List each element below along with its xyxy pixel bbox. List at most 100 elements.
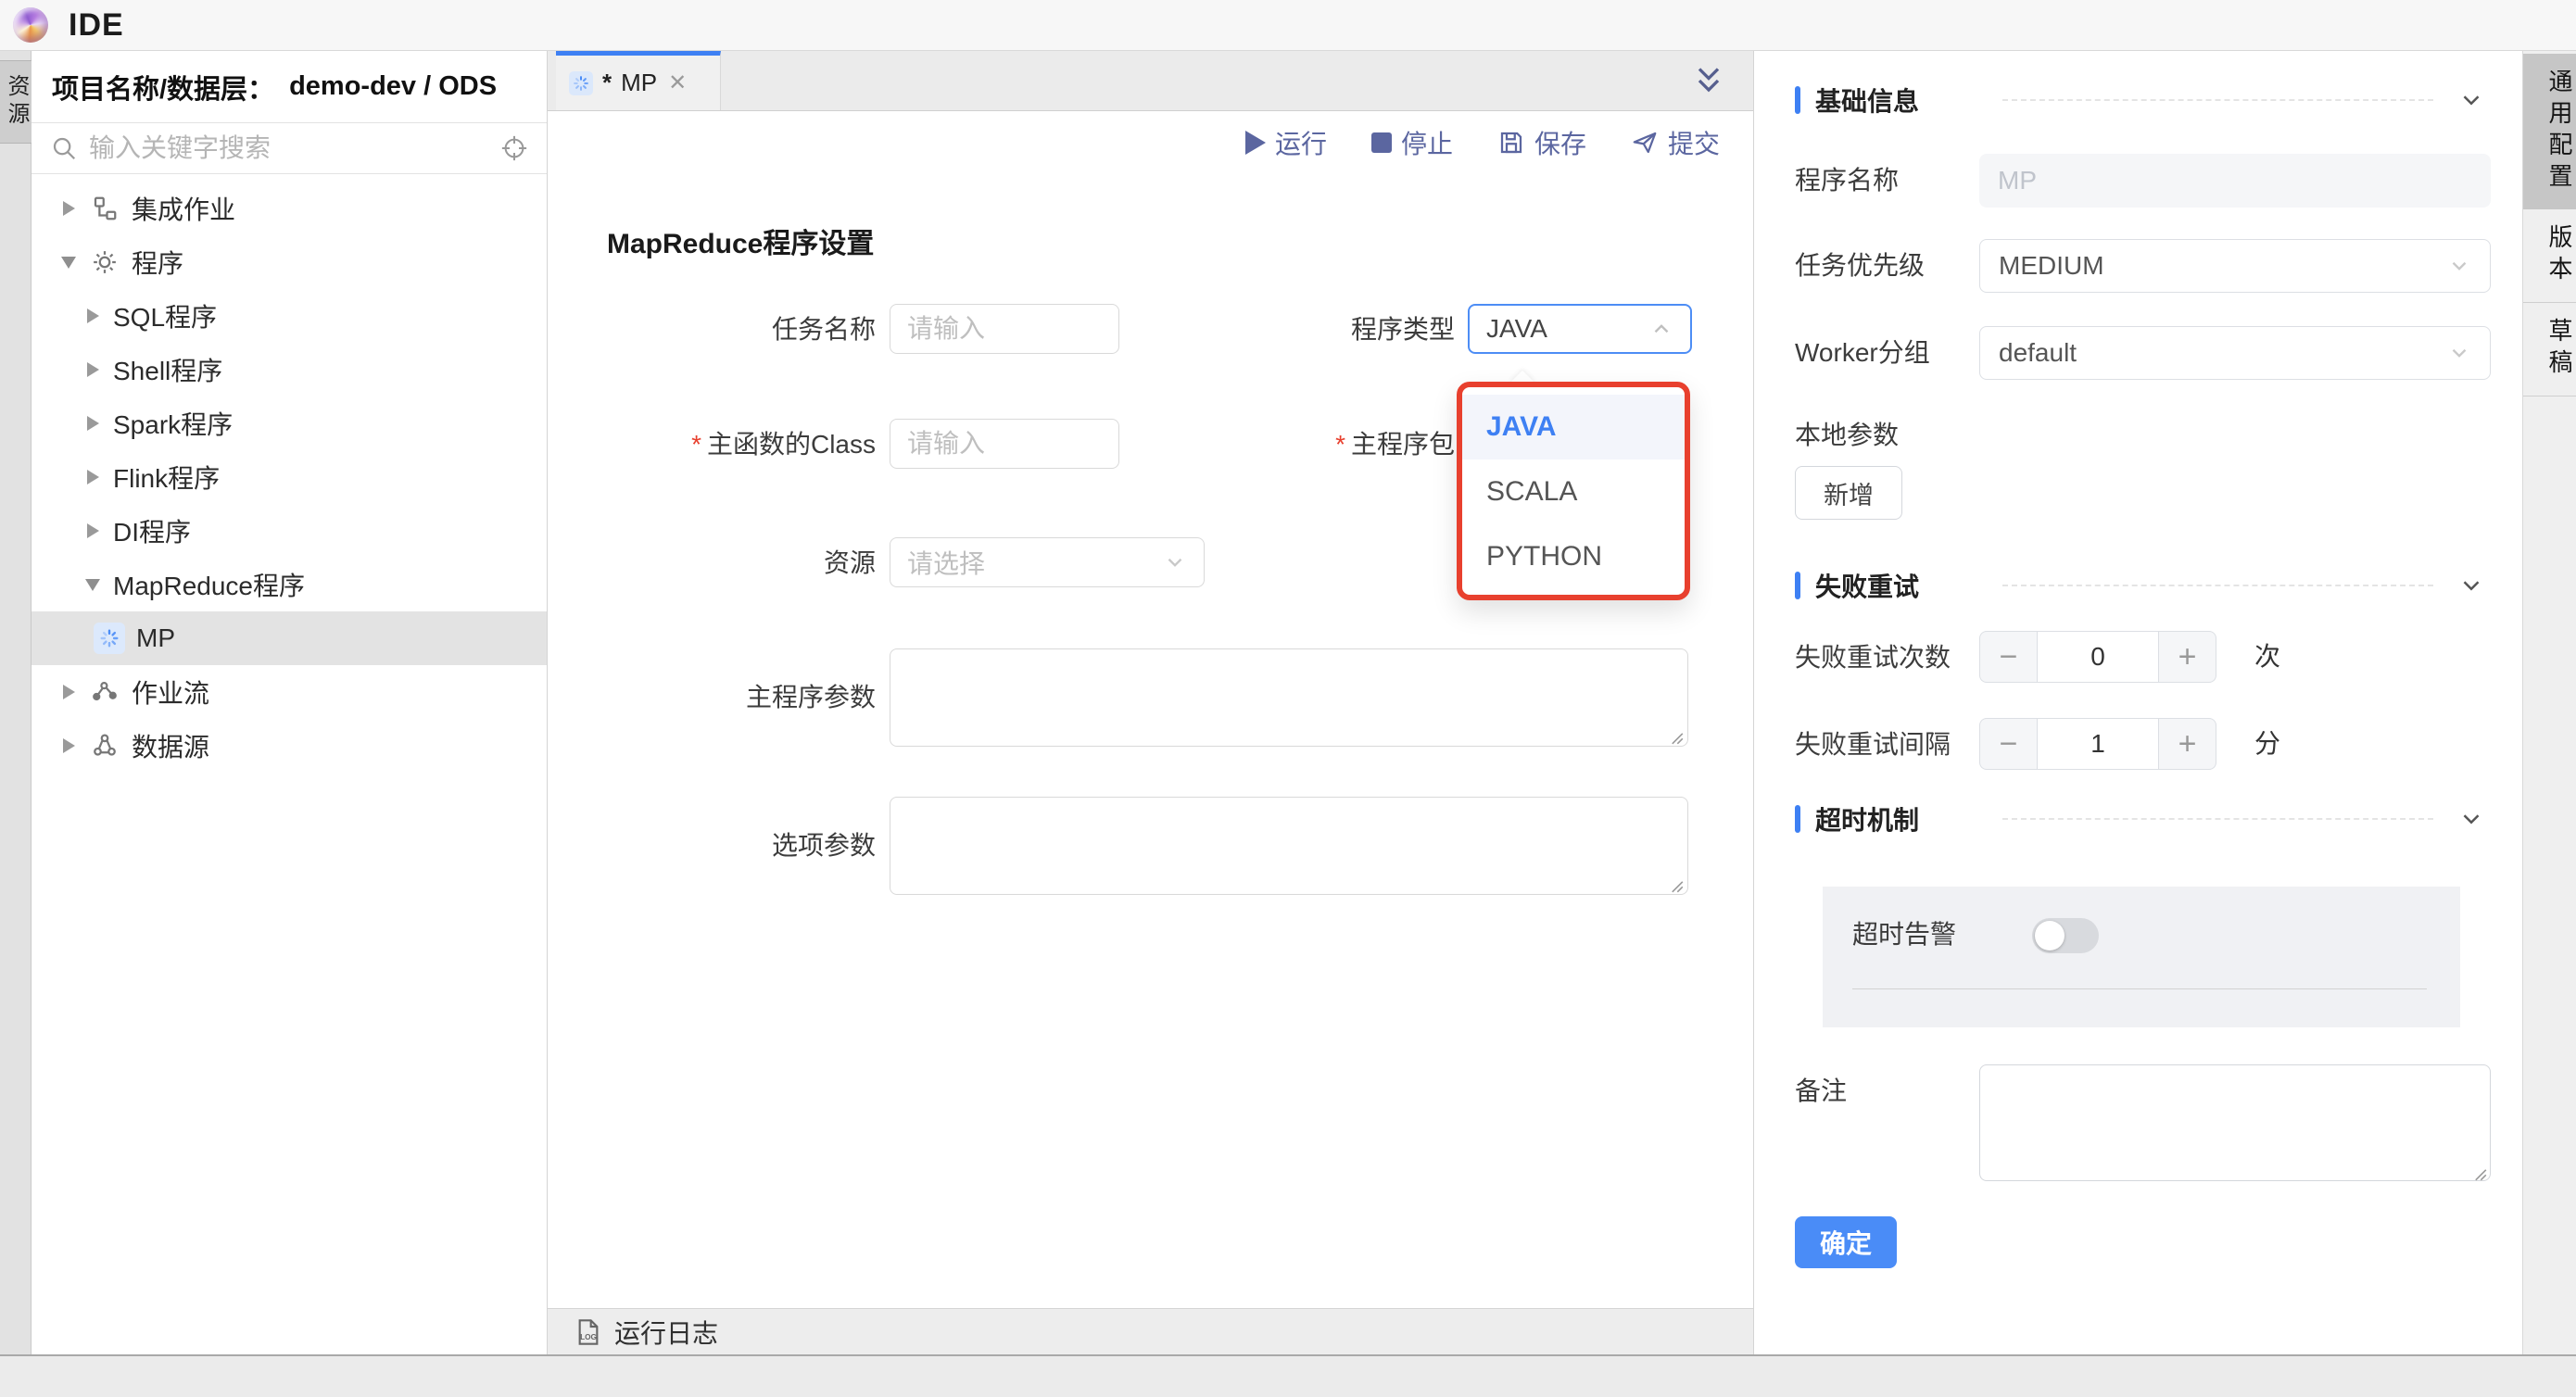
tree-item-mapreduce-programs[interactable]: MapReduce程序 — [32, 558, 547, 611]
retry-count-input[interactable] — [2037, 631, 2159, 683]
expand-arrow-icon[interactable] — [59, 201, 78, 216]
section-timeout: 超时机制 — [1795, 799, 2485, 838]
expand-arrow-icon[interactable] — [59, 685, 78, 699]
dropdown-option-scala[interactable]: SCALA — [1462, 459, 1685, 524]
chevron-down-icon[interactable] — [2457, 572, 2485, 599]
tree-item-spark-programs[interactable]: Spark程序 — [32, 396, 547, 450]
locate-icon[interactable] — [500, 134, 528, 162]
expand-arrow-icon[interactable] — [59, 738, 78, 753]
tab-close-icon[interactable]: ✕ — [668, 69, 687, 96]
datasource-icon — [89, 732, 120, 760]
tree-item-integration-jobs[interactable]: 集成作业 — [32, 182, 547, 235]
tree-item-label: SQL程序 — [113, 297, 217, 334]
gear-icon — [89, 248, 120, 276]
plus-icon[interactable]: + — [2159, 631, 2216, 683]
submit-button[interactable]: 提交 — [1631, 124, 1720, 161]
project-header: 项目名称/数据层： demo-dev / ODS — [32, 51, 547, 123]
save-label: 保存 — [1534, 124, 1586, 161]
tree-item-label: MP — [136, 623, 175, 653]
mapreduce-spinner-icon — [569, 71, 593, 95]
expand-arrow-icon[interactable] — [83, 470, 102, 485]
stop-button[interactable]: 停止 — [1371, 124, 1453, 161]
section-accent-bar — [1795, 86, 1800, 114]
section-title: 超时机制 — [1815, 800, 1919, 837]
tree-item-label: 作业流 — [132, 673, 209, 711]
tree-item-datasources[interactable]: 数据源 — [32, 719, 547, 773]
section-title: 基础信息 — [1815, 82, 1919, 119]
activity-tab-resources[interactable]: 资源 — [0, 60, 32, 144]
window-bottom-band — [0, 1354, 2576, 1397]
add-param-button[interactable]: 新增 — [1795, 466, 1902, 520]
chevron-down-icon[interactable] — [2457, 86, 2485, 114]
tree-item-flink-programs[interactable]: Flink程序 — [32, 450, 547, 504]
dropdown-option-python[interactable]: PYTHON — [1462, 524, 1685, 589]
run-button[interactable]: 运行 — [1245, 124, 1327, 161]
vtab-version[interactable]: 版本 — [2523, 209, 2576, 303]
double-chevron-down-icon[interactable] — [1690, 51, 1727, 110]
expand-arrow-icon[interactable] — [83, 362, 102, 377]
chevron-down-icon[interactable] — [2457, 805, 2485, 833]
resource-placeholder: 请选择 — [907, 544, 1163, 581]
confirm-button[interactable]: 确定 — [1795, 1216, 1897, 1268]
priority-label: 任务优先级 — [1795, 239, 1925, 293]
program-type-value: JAVA — [1486, 314, 1649, 344]
worker-group-value: default — [1999, 338, 2447, 368]
remark-field — [1979, 1064, 2491, 1181]
timeout-alarm-toggle[interactable] — [2032, 918, 2099, 953]
program-type-label: 程序类型 — [1280, 304, 1455, 356]
option-args-textarea[interactable] — [890, 797, 1688, 895]
tree-item-label: MapReduce程序 — [113, 566, 305, 603]
expand-arrow-icon[interactable] — [83, 523, 102, 538]
app-logo-icon — [13, 7, 48, 43]
minus-icon[interactable]: − — [1979, 631, 2037, 683]
expand-arrow-icon[interactable] — [83, 308, 102, 323]
retry-interval-input[interactable] — [2037, 718, 2159, 770]
tree-item-di-programs[interactable]: DI程序 — [32, 504, 547, 558]
priority-select[interactable]: MEDIUM — [1979, 239, 2491, 293]
remark-textarea[interactable] — [1979, 1064, 2491, 1181]
tree-item-sql-programs[interactable]: SQL程序 — [32, 289, 547, 343]
top-bar: IDE — [0, 0, 2576, 51]
integration-job-icon — [89, 195, 120, 222]
dropdown-option-java[interactable]: JAVA — [1462, 395, 1685, 459]
collapse-arrow-icon[interactable] — [83, 579, 102, 591]
tree-item-programs[interactable]: 程序 — [32, 235, 547, 289]
tab-mp[interactable]: * MP ✕ — [556, 51, 721, 110]
run-log-bar[interactable]: LOG 运行日志 — [548, 1308, 1753, 1354]
config-panel: 基础信息 程序名称 任务优先级 MEDIUM Worker分组 default … — [1754, 51, 2522, 1354]
stop-icon — [1371, 132, 1392, 153]
worker-group-select[interactable]: default — [1979, 326, 2491, 380]
program-name-label: 程序名称 — [1795, 154, 1899, 208]
tree-item-label: 数据源 — [132, 727, 209, 764]
search-input[interactable] — [89, 133, 489, 163]
collapse-arrow-icon[interactable] — [59, 257, 78, 269]
program-type-select[interactable]: JAVA — [1468, 304, 1692, 354]
vtab-general-config[interactable]: 通用配置 — [2523, 54, 2576, 209]
minus-icon[interactable]: − — [1979, 718, 2037, 770]
task-name-input[interactable] — [890, 304, 1119, 354]
project-header-value: demo-dev / ODS — [289, 71, 497, 102]
expand-arrow-icon[interactable] — [83, 416, 102, 431]
editor-toolbar: 运行 停止 保存 提交 — [548, 111, 1753, 174]
tree-item-shell-programs[interactable]: Shell程序 — [32, 343, 547, 396]
tree-item-workflows[interactable]: 作业流 — [32, 665, 547, 719]
retry-interval-stepper: − + — [1979, 718, 2216, 770]
chevron-down-icon — [2447, 254, 2471, 278]
save-icon — [1497, 129, 1525, 157]
main-class-input[interactable] — [890, 419, 1119, 469]
section-retry: 失败重试 — [1795, 566, 2485, 605]
section-basic-info: 基础信息 — [1795, 81, 2485, 120]
program-name-input — [1979, 154, 2491, 208]
save-button[interactable]: 保存 — [1497, 124, 1586, 161]
retry-count-stepper: − + — [1979, 631, 2216, 683]
worker-group-label: Worker分组 — [1795, 326, 1930, 380]
retry-interval-label: 失败重试间隔 — [1795, 718, 1951, 772]
plus-icon[interactable]: + — [2159, 718, 2216, 770]
timeout-alarm-label: 超时告警 — [1852, 911, 1956, 959]
section-divider — [2002, 585, 2433, 586]
vtab-draft[interactable]: 草稿 — [2523, 303, 2576, 396]
tree-item-mp[interactable]: MP — [32, 611, 547, 665]
chevron-down-icon — [1163, 550, 1187, 574]
resource-select[interactable]: 请选择 — [890, 537, 1205, 587]
main-args-textarea[interactable] — [890, 648, 1688, 747]
